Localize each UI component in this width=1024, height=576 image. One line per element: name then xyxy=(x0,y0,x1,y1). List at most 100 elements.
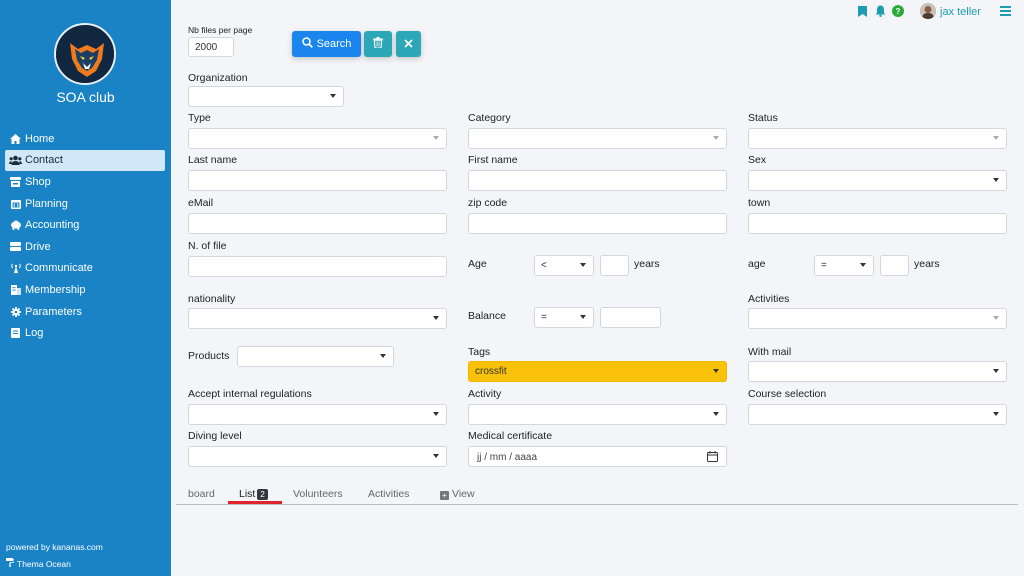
nb-files-input[interactable]: 2000 xyxy=(188,37,234,57)
tags-value: crossfit xyxy=(475,366,507,377)
last-name-input[interactable] xyxy=(188,170,447,191)
chevron-down-icon xyxy=(713,412,719,416)
category-label: Category xyxy=(468,112,511,124)
activities-label: Activities xyxy=(748,293,790,305)
sidebar-item-label: Log xyxy=(25,327,44,340)
club-logo[interactable] xyxy=(54,23,116,85)
avatar[interactable] xyxy=(920,3,936,19)
nationality-select[interactable] xyxy=(188,308,447,329)
sidebar-item-label: Communicate xyxy=(25,262,93,275)
status-select[interactable] xyxy=(748,128,1007,149)
email-input[interactable] xyxy=(188,213,447,234)
sidebar-nav: Home Contact Shop Planning Accounting Dr… xyxy=(5,128,165,344)
organization-select[interactable] xyxy=(188,86,344,107)
status-label: Status xyxy=(748,112,778,124)
sidebar-item-drive[interactable]: Drive xyxy=(5,236,165,258)
products-label: Products xyxy=(188,350,230,362)
age-operator-select[interactable]: < xyxy=(534,255,594,276)
tab-board[interactable]: board xyxy=(188,488,215,500)
accept-regulations-label: Accept internal regulations xyxy=(188,388,312,400)
products-select[interactable] xyxy=(237,346,394,367)
sidebar-item-label: Shop xyxy=(25,175,51,188)
chevron-down-icon xyxy=(380,354,386,358)
sidebar-item-planning[interactable]: Planning xyxy=(5,193,165,215)
category-select[interactable] xyxy=(468,128,727,149)
broadcast-icon xyxy=(9,263,22,274)
first-name-label: First name xyxy=(468,154,518,166)
sidebar-item-accounting[interactable]: Accounting xyxy=(5,214,165,236)
chevron-down-icon xyxy=(993,369,999,373)
powered-by-link[interactable]: powered by kananas.com xyxy=(6,542,103,552)
activity-label: Activity xyxy=(468,388,502,400)
file-number-label: N. of file xyxy=(188,240,227,252)
type-select[interactable] xyxy=(188,128,447,149)
users-icon xyxy=(9,155,22,166)
chevron-down-icon xyxy=(993,412,999,416)
balance-value-input[interactable] xyxy=(600,307,661,328)
chevron-down-icon xyxy=(433,412,439,416)
age-value-input[interactable] xyxy=(600,255,629,276)
search-button[interactable]: Search xyxy=(292,31,361,57)
search-button-label: Search xyxy=(316,38,352,50)
shop-icon xyxy=(9,176,22,187)
calendar-icon[interactable] xyxy=(707,451,718,465)
first-name-input[interactable] xyxy=(468,170,727,191)
age2-operator-value: = xyxy=(821,260,827,271)
file-number-input[interactable] xyxy=(188,256,447,277)
activity-select[interactable] xyxy=(468,404,727,425)
sidebar-item-home[interactable]: Home xyxy=(5,128,165,150)
theme-selector[interactable]: Thema Ocean xyxy=(6,558,71,569)
zip-code-label: zip code xyxy=(468,197,508,209)
type-label: Type xyxy=(188,112,211,124)
sidebar-item-parameters[interactable]: Parameters xyxy=(5,301,165,323)
sidebar-item-communicate[interactable]: Communicate xyxy=(5,258,165,280)
delete-button[interactable] xyxy=(364,31,392,57)
tab-volunteers[interactable]: Volunteers xyxy=(293,488,343,500)
tab-view[interactable]: + View xyxy=(440,488,475,500)
chevron-down-icon xyxy=(433,136,439,140)
with-mail-select[interactable] xyxy=(748,361,1007,382)
search-icon xyxy=(301,37,313,51)
age2-operator-select[interactable]: = xyxy=(814,255,874,276)
sidebar-item-contact[interactable]: Contact xyxy=(5,149,165,172)
sidebar-item-log[interactable]: Log xyxy=(5,322,165,344)
tags-select[interactable]: crossfit xyxy=(468,361,727,382)
sidebar-item-membership[interactable]: Membership xyxy=(5,279,165,301)
sidebar-item-shop[interactable]: Shop xyxy=(5,171,165,193)
user-name[interactable]: jax teller xyxy=(940,6,981,18)
chevron-down-icon xyxy=(993,316,999,320)
gear-icon xyxy=(9,306,22,317)
tab-activities[interactable]: Activities xyxy=(368,488,409,500)
list-count-badge: 2 xyxy=(257,489,268,500)
town-label: town xyxy=(748,197,771,209)
town-input[interactable] xyxy=(748,213,1007,234)
chevron-down-icon xyxy=(993,178,999,182)
sidebar-item-label: Membership xyxy=(25,283,86,296)
bell-icon[interactable] xyxy=(874,5,886,17)
sex-select[interactable] xyxy=(748,170,1007,191)
course-selection-select[interactable] xyxy=(748,404,1007,425)
medical-certificate-date[interactable]: jj / mm / aaaa xyxy=(468,446,727,467)
chevron-down-icon xyxy=(580,263,586,267)
clear-button[interactable] xyxy=(396,31,421,57)
bookmark-icon[interactable] xyxy=(856,5,868,17)
sidebar-item-label: Accounting xyxy=(25,219,80,232)
club-name: SOA club xyxy=(56,89,115,105)
nb-files-value: 2000 xyxy=(195,42,218,53)
age2-value-input[interactable] xyxy=(880,255,909,276)
sidebar-item-label: Contact xyxy=(25,154,63,167)
medical-certificate-label: Medical certificate xyxy=(468,430,553,442)
help-icon[interactable]: ? xyxy=(892,5,904,17)
activities-select[interactable] xyxy=(748,308,1007,329)
diving-level-select[interactable] xyxy=(188,446,447,467)
nb-files-label: Nb files per page xyxy=(188,25,253,35)
accept-regulations-select[interactable] xyxy=(188,404,447,425)
balance-operator-select[interactable]: = xyxy=(534,307,594,328)
hamburger-menu-icon[interactable] xyxy=(1000,6,1011,16)
chevron-down-icon xyxy=(713,136,719,140)
tab-list[interactable]: List 2 xyxy=(239,488,268,500)
nationality-label: nationality xyxy=(188,293,236,305)
sidebar-item-label: Home xyxy=(25,132,55,145)
membership-icon xyxy=(9,284,22,295)
zip-code-input[interactable] xyxy=(468,213,727,234)
